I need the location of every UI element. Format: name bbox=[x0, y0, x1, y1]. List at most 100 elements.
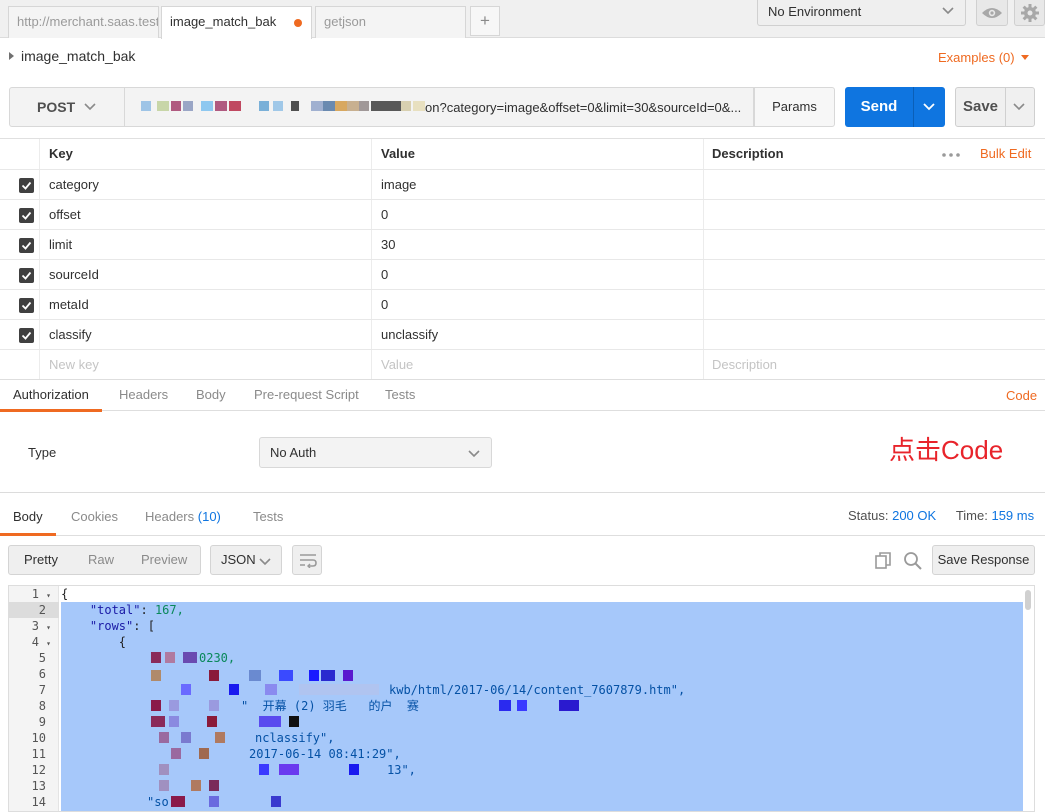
auth-type-value: No Auth bbox=[270, 445, 317, 460]
save-response-button[interactable]: Save Response bbox=[932, 545, 1035, 575]
checkmark-icon bbox=[21, 301, 32, 310]
redacted-block bbox=[207, 716, 217, 727]
param-key[interactable]: offset bbox=[39, 200, 371, 229]
search-icon[interactable] bbox=[903, 551, 923, 571]
param-description[interactable] bbox=[703, 320, 1045, 349]
tab-merchant[interactable]: http://merchant.saas.test bbox=[8, 6, 159, 38]
param-checkbox[interactable] bbox=[19, 298, 34, 313]
line-number: 4 ▾ bbox=[9, 634, 59, 650]
unsaved-dot-icon bbox=[294, 19, 302, 27]
param-key[interactable]: classify bbox=[39, 320, 371, 349]
redacted-block bbox=[279, 764, 299, 775]
tab-pre-request-script[interactable]: Pre-request Script bbox=[254, 380, 359, 412]
param-description[interactable] bbox=[703, 230, 1045, 259]
format-select[interactable]: JSON bbox=[210, 545, 282, 575]
redacted-block bbox=[151, 670, 161, 681]
new-tab-button[interactable]: + bbox=[470, 6, 500, 36]
method-select[interactable]: POST bbox=[9, 87, 125, 127]
redacted-block bbox=[323, 101, 335, 111]
param-description[interactable] bbox=[703, 290, 1045, 319]
auth-type-select[interactable]: No Auth bbox=[259, 437, 492, 468]
new-key-input[interactable]: New key bbox=[39, 350, 371, 380]
chevron-down-icon bbox=[468, 450, 480, 458]
response-meta: Status: 200 OK Time: 159 ms bbox=[848, 508, 1034, 523]
param-description[interactable] bbox=[703, 200, 1045, 229]
table-row: classify unclassify bbox=[0, 320, 1045, 350]
params-button[interactable]: Params bbox=[754, 87, 835, 127]
param-key[interactable]: sourceId bbox=[39, 260, 371, 289]
tab-body[interactable]: Body bbox=[196, 380, 226, 412]
param-value[interactable]: unclassify bbox=[371, 320, 703, 349]
examples-dropdown[interactable]: Examples (0) bbox=[938, 50, 1029, 65]
environment-quick-look-button[interactable] bbox=[976, 0, 1008, 26]
param-key[interactable]: category bbox=[39, 170, 371, 199]
param-key[interactable]: metaId bbox=[39, 290, 371, 319]
pretty-button[interactable]: Pretty bbox=[24, 546, 58, 574]
environment-select[interactable]: No Environment bbox=[757, 0, 966, 26]
preview-button[interactable]: Preview bbox=[141, 546, 187, 574]
fold-arrow-icon[interactable]: ▾ bbox=[46, 591, 51, 600]
param-key[interactable]: limit bbox=[39, 230, 371, 259]
tab-response-tests[interactable]: Tests bbox=[253, 500, 283, 536]
param-checkbox[interactable] bbox=[19, 238, 34, 253]
bulk-edit-link[interactable]: Bulk Edit bbox=[980, 139, 1031, 169]
wrap-lines-button[interactable] bbox=[292, 545, 322, 575]
redacted-block bbox=[171, 748, 181, 759]
wrap-lines-icon bbox=[300, 554, 317, 568]
param-value[interactable]: 0 bbox=[371, 200, 703, 229]
request-name[interactable]: image_match_bak bbox=[9, 48, 135, 64]
chevron-down-icon[interactable] bbox=[922, 100, 936, 114]
new-description-input[interactable]: Description bbox=[703, 350, 1045, 380]
redacted-block bbox=[165, 652, 175, 663]
tab-response-body[interactable]: Body bbox=[0, 500, 56, 536]
tab-cookies[interactable]: Cookies bbox=[71, 500, 118, 536]
tab-response-headers[interactable]: Headers (10) bbox=[145, 500, 221, 536]
fold-arrow-icon[interactable]: ▾ bbox=[46, 623, 51, 632]
line-number-text: 8 bbox=[38, 699, 46, 713]
line-number: 3 ▾ bbox=[9, 618, 59, 634]
more-options-icon[interactable] bbox=[942, 153, 960, 157]
divider bbox=[913, 87, 914, 127]
code-line: kwb/html/2017-06/14/content_7607879.htm"… bbox=[389, 682, 685, 698]
tab-authorization[interactable]: Authorization bbox=[0, 380, 102, 412]
param-value[interactable]: image bbox=[371, 170, 703, 199]
redacted-block bbox=[291, 101, 299, 111]
redacted-block bbox=[151, 716, 165, 727]
param-checkbox[interactable] bbox=[19, 178, 34, 193]
headers-count-badge: (10) bbox=[197, 509, 221, 524]
tab-label: getjson bbox=[324, 14, 366, 29]
tab-getjson[interactable]: getjson bbox=[315, 6, 466, 38]
redacted-block bbox=[171, 101, 181, 111]
view-mode-group: Pretty Raw Preview bbox=[8, 545, 201, 575]
fold-arrow-icon[interactable]: ▾ bbox=[46, 639, 51, 648]
redacted-block bbox=[151, 700, 161, 711]
save-button[interactable]: Save bbox=[955, 87, 1035, 127]
line-number-text: 5 bbox=[38, 651, 46, 665]
code-link[interactable]: Code bbox=[1006, 380, 1037, 412]
url-input[interactable]: on?category=image&offset=0&limit=30&sour… bbox=[124, 87, 754, 127]
param-checkbox[interactable] bbox=[19, 268, 34, 283]
redacted-block bbox=[141, 101, 151, 111]
tab-image-match-bak[interactable]: image_match_bak bbox=[161, 6, 312, 39]
tab-headers[interactable]: Headers bbox=[119, 380, 168, 412]
redacted-block bbox=[183, 101, 193, 111]
send-label: Send bbox=[860, 98, 898, 115]
param-description[interactable] bbox=[703, 170, 1045, 199]
response-editor[interactable]: 1 ▾ 2 3 ▾ 4 ▾ 5 6 7 8 9 10 11 12 13 14 {… bbox=[8, 585, 1035, 812]
editor-scrollbar[interactable] bbox=[1025, 590, 1031, 610]
new-value-input[interactable]: Value bbox=[371, 350, 703, 380]
param-description[interactable] bbox=[703, 260, 1045, 289]
redacted-block bbox=[371, 101, 401, 111]
settings-button[interactable] bbox=[1014, 0, 1045, 26]
param-value[interactable]: 0 bbox=[371, 290, 703, 319]
param-value[interactable]: 30 bbox=[371, 230, 703, 259]
send-button[interactable]: Send bbox=[845, 87, 945, 127]
chevron-down-icon[interactable] bbox=[1012, 100, 1026, 114]
param-checkbox[interactable] bbox=[19, 328, 34, 343]
redacted-block bbox=[209, 796, 219, 807]
raw-button[interactable]: Raw bbox=[88, 546, 114, 574]
tab-tests[interactable]: Tests bbox=[385, 380, 415, 412]
param-value[interactable]: 0 bbox=[371, 260, 703, 289]
param-checkbox[interactable] bbox=[19, 208, 34, 223]
copy-icon[interactable] bbox=[873, 551, 893, 571]
